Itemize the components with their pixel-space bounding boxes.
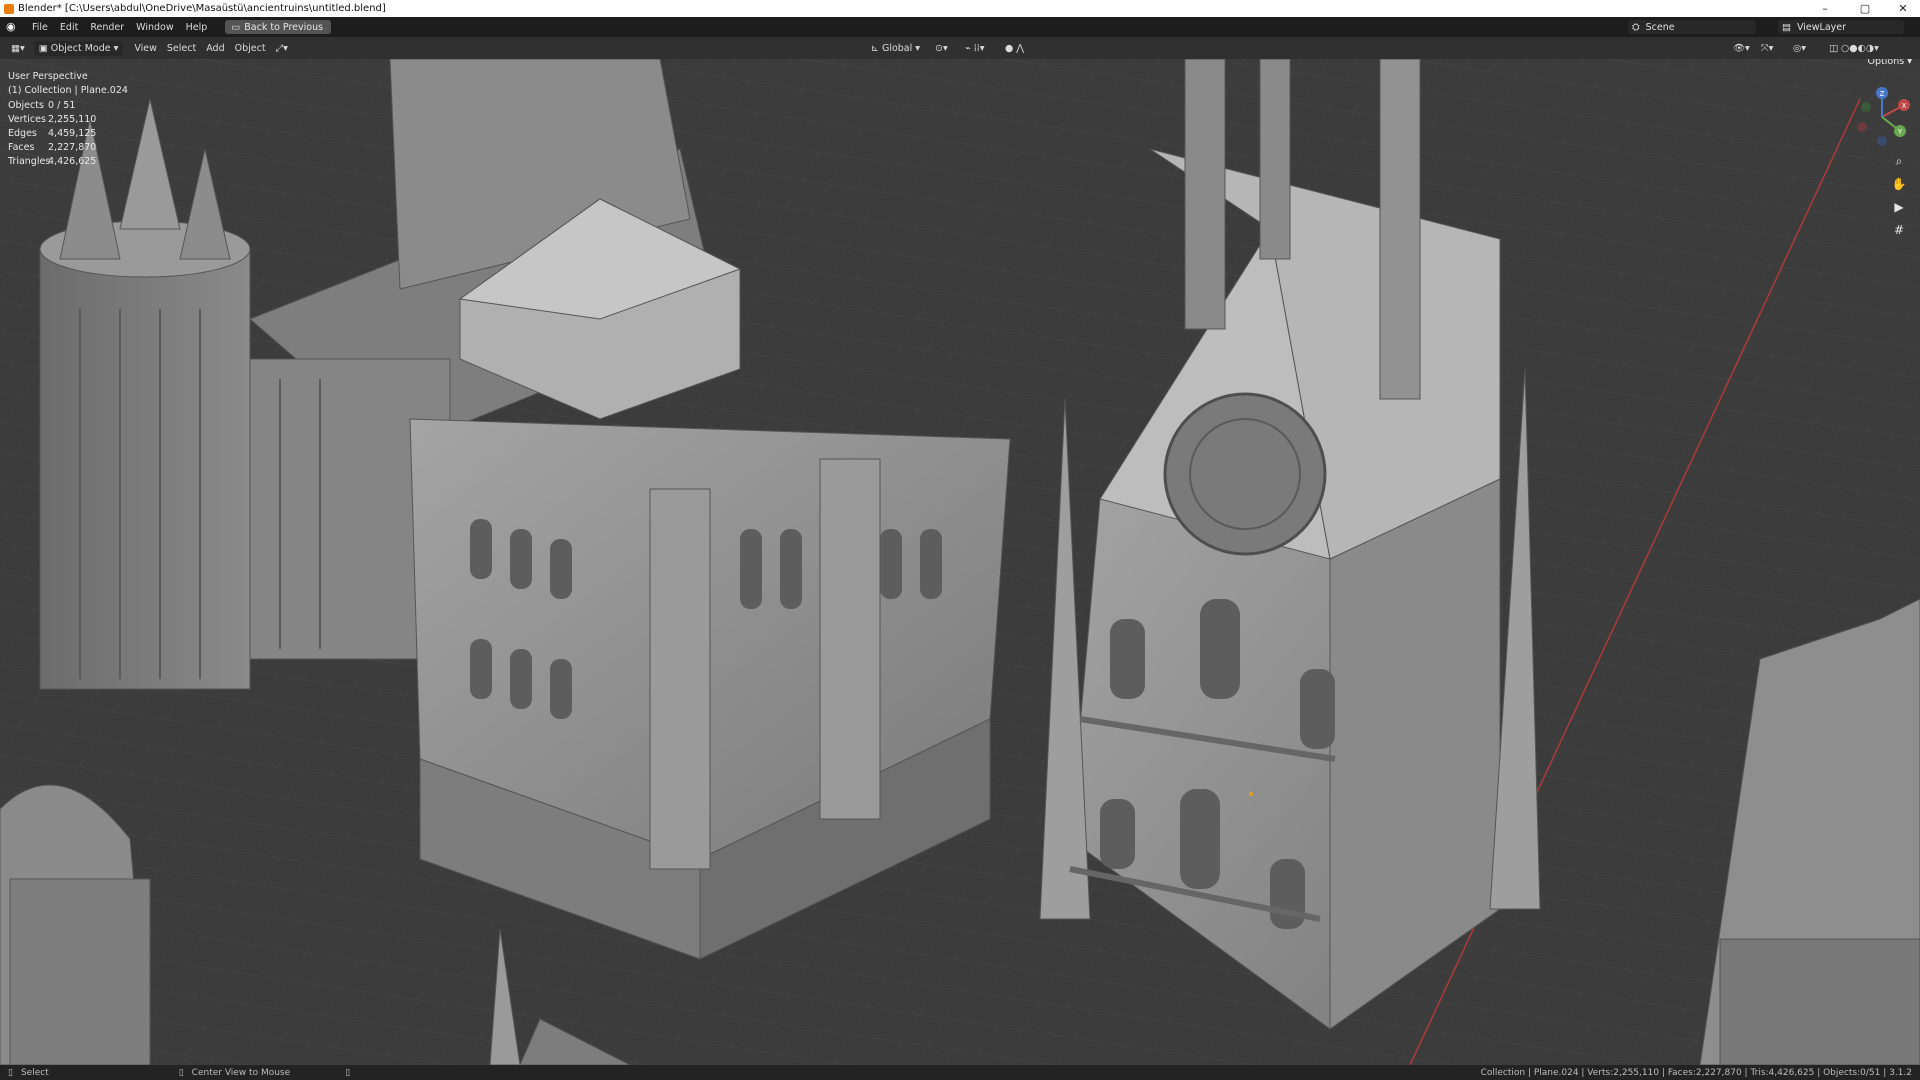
orientation-icon: ⊾ bbox=[871, 42, 879, 54]
stat-label: Vertices bbox=[8, 114, 46, 125]
gizmo-y-label: Y bbox=[1897, 128, 1903, 136]
screen-icon: ▭ bbox=[231, 21, 241, 33]
status-center-view: Center View to Mouse bbox=[191, 1067, 291, 1078]
stat-objects: Objects 0 / 51 bbox=[8, 99, 96, 113]
menu-help[interactable]: Help bbox=[180, 22, 214, 33]
stat-label: Triangles bbox=[8, 156, 51, 167]
menu-window[interactable]: Window bbox=[130, 22, 179, 33]
3d-cursor-icon bbox=[1249, 792, 1253, 796]
stat-triangles: Triangles 4,426,625 bbox=[8, 155, 96, 169]
options-label: Options bbox=[1867, 59, 1905, 67]
window-titlebar: Blender* [C:\Users\abdul\OneDrive\Masaüs… bbox=[0, 0, 1920, 17]
zoom-icon[interactable]: ⌕ bbox=[1890, 152, 1908, 170]
grid-ortho-icon[interactable]: # bbox=[1890, 221, 1908, 239]
menu-add[interactable]: Add bbox=[201, 41, 229, 56]
mouse-middle-icon: ▯ bbox=[178, 1067, 184, 1078]
menu-object[interactable]: Object bbox=[230, 41, 271, 56]
stat-value: 0 / 51 bbox=[48, 100, 76, 111]
viewport-info: User Perspective (1) Collection | Plane.… bbox=[8, 70, 128, 98]
stat-label: Faces bbox=[8, 142, 35, 153]
gizmo-x-label: X bbox=[1902, 102, 1907, 110]
perspective-label: User Perspective bbox=[8, 71, 88, 82]
status-select: Select bbox=[20, 1067, 49, 1078]
overlays-icon[interactable]: ◎▾ bbox=[1788, 41, 1811, 56]
scene-icon: ⛭ bbox=[1632, 21, 1640, 33]
navigation-gizmo[interactable]: X Y Z bbox=[1852, 87, 1912, 147]
mode-label: Object Mode bbox=[50, 42, 111, 54]
gizmo-toggle-icon[interactable]: ⤧▾ bbox=[1756, 41, 1778, 56]
stat-vertices: Vertices 2,255,110 bbox=[8, 113, 96, 127]
view-layer-icon: ▤ bbox=[1782, 21, 1791, 33]
menu-select[interactable]: Select bbox=[162, 41, 201, 56]
orientation-label: Global bbox=[881, 42, 913, 54]
editor-type-button[interactable]: ▦▾ bbox=[6, 41, 30, 56]
stat-label: Objects bbox=[8, 100, 44, 111]
menu-view[interactable]: View bbox=[129, 41, 162, 56]
mouse-right-icon: ▯ bbox=[345, 1067, 351, 1078]
object-mode-icon: ▣ bbox=[38, 42, 48, 54]
chevron-down-icon: ▾ bbox=[113, 42, 119, 54]
snap-icon[interactable]: ⌁ ⁞⁞▾ bbox=[960, 41, 990, 56]
collection-label: (1) Collection | Plane.024 bbox=[8, 85, 128, 96]
maximize-button[interactable]: ▢ bbox=[1850, 0, 1880, 17]
pivot-point-icon[interactable]: ⊙▾ bbox=[930, 41, 953, 56]
scene-statistics: Objects 0 / 51 Vertices 2,255,110 Edges … bbox=[8, 99, 96, 169]
status-scene-stats: Collection | Plane.024 | Verts:2,255,110… bbox=[1480, 1067, 1912, 1078]
stat-faces: Faces 2,227,870 bbox=[8, 141, 96, 155]
stat-edges: Edges 4,459,125 bbox=[8, 127, 96, 141]
viewport-header: ▦▾ ▣ Object Mode ▾ View Select Add Objec… bbox=[0, 37, 1920, 59]
gizmo-z-label: Z bbox=[1880, 90, 1885, 98]
stat-value: 4,459,125 bbox=[48, 128, 97, 139]
top-menubar: ◉ File Edit Render Window Help ▭ Back to… bbox=[0, 17, 1920, 37]
view-layer-name: ViewLayer bbox=[1796, 21, 1847, 33]
orientation-selector[interactable]: ⊾ Global ▾ bbox=[866, 41, 925, 56]
chevron-down-icon: ▾ bbox=[915, 42, 921, 54]
stat-label: Edges bbox=[8, 128, 37, 139]
menu-render[interactable]: Render bbox=[84, 22, 130, 33]
transform-pivot-icon[interactable]: ⤢▾ bbox=[271, 41, 293, 56]
viewport-scene bbox=[0, 59, 1920, 1065]
visibility-icon[interactable]: 👁▾ bbox=[1728, 41, 1755, 56]
camera-icon[interactable]: ▶ bbox=[1890, 198, 1908, 216]
menu-edit[interactable]: Edit bbox=[54, 22, 84, 33]
3d-viewport[interactable]: User Perspective (1) Collection | Plane.… bbox=[0, 59, 1920, 1065]
blender-logo-icon[interactable]: ◉ bbox=[6, 21, 18, 33]
stat-value: 2,227,870 bbox=[48, 142, 97, 153]
close-button[interactable]: ✕ bbox=[1888, 0, 1918, 17]
window-title: Blender* [C:\Users\abdul\OneDrive\Masaüs… bbox=[18, 3, 386, 14]
blender-app-icon bbox=[4, 3, 14, 14]
scene-selector[interactable]: ⛭ Scene bbox=[1628, 20, 1756, 34]
mouse-left-icon: ▯ bbox=[8, 1067, 13, 1078]
proportional-edit-icon[interactable]: ● ⋀ bbox=[1000, 41, 1029, 56]
menu-file[interactable]: File bbox=[26, 22, 54, 33]
shading-modes-icon[interactable]: ◫ ○●◐◑▾ bbox=[1824, 41, 1884, 56]
stat-value: 2,255,110 bbox=[48, 114, 97, 125]
stat-value: 4,426,625 bbox=[48, 156, 97, 167]
view-layer-selector[interactable]: ▤ ViewLayer bbox=[1778, 20, 1904, 34]
scene-name: Scene bbox=[1645, 21, 1675, 33]
status-bar: ▯ Select ▯ Center View to Mouse ▯ Collec… bbox=[0, 1065, 1920, 1080]
options-button[interactable]: Options ▾ bbox=[1868, 59, 1912, 69]
mode-selector[interactable]: ▣ Object Mode ▾ bbox=[33, 40, 124, 56]
back-to-previous-button[interactable]: ▭ Back to Previous bbox=[225, 20, 332, 34]
minimize-button[interactable]: – bbox=[1810, 0, 1840, 17]
hand-pan-icon[interactable]: ✋ bbox=[1890, 175, 1908, 193]
back-to-previous-label: Back to Previous bbox=[244, 21, 324, 33]
